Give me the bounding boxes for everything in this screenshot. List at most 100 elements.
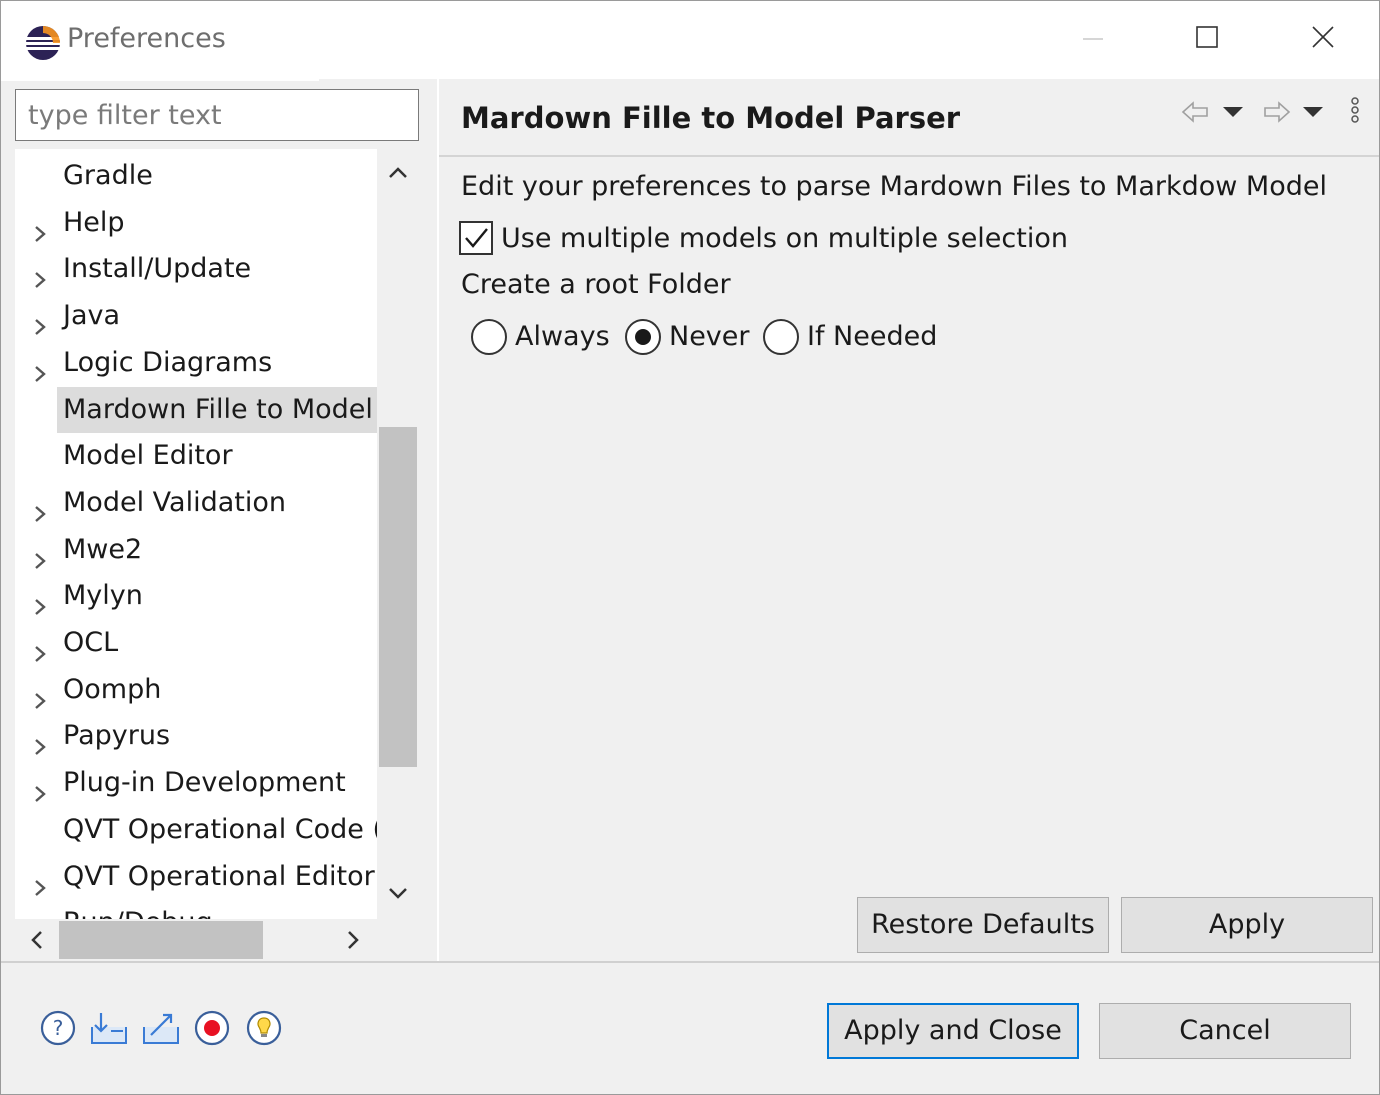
multiple-models-checkbox[interactable]	[459, 221, 493, 255]
maximize-button[interactable]	[1177, 11, 1237, 67]
scroll-left-icon[interactable]	[25, 928, 49, 952]
minimize-icon	[1081, 25, 1105, 53]
radio-if-needed-label: If Needed	[807, 321, 938, 352]
export-icon[interactable]	[141, 1009, 179, 1047]
tree-item[interactable]: Run/Debug	[15, 900, 377, 919]
preference-tree: Gradle Help Install/Update Java Logic Diagra…	[15, 149, 419, 997]
minimize-button[interactable]	[1063, 11, 1123, 67]
tree-item-label: QVT Operational Editor	[63, 860, 375, 892]
radio-always-label: Always	[515, 321, 610, 352]
dropdown-icon[interactable]	[1221, 103, 1245, 127]
page-description: Edit your preferences to parse Mardown F…	[461, 171, 1327, 202]
cancel-button[interactable]: Cancel	[1099, 1003, 1351, 1059]
tree-item-label: Help	[63, 206, 125, 238]
chevron-right-icon[interactable]	[31, 353, 49, 382]
close-icon	[1311, 25, 1335, 53]
scroll-down-icon[interactable]	[386, 881, 410, 905]
page-navigation-toolbar	[1179, 95, 1379, 135]
tree-item-label: Gradle	[63, 160, 153, 191]
tree-item[interactable]: QVT Operational Code (	[15, 807, 377, 853]
dialog-footer: ? Apply and Close Cancel	[1, 963, 1379, 1094]
apply-and-close-button[interactable]: Apply and Close	[827, 1003, 1079, 1059]
preferences-dialog: Preferences Gradle Help Install/Update Java…	[0, 0, 1380, 1095]
preference-page: Mardown Fille to Model Parser Edit your …	[439, 79, 1379, 961]
chevron-right-icon[interactable]	[31, 306, 49, 335]
close-button[interactable]	[1293, 11, 1353, 67]
tree-item[interactable]: OCL	[15, 620, 377, 666]
title-bar: Preferences	[1, 1, 1379, 79]
vertical-scroll-thumb[interactable]	[379, 427, 417, 767]
chevron-right-icon[interactable]	[31, 633, 49, 662]
chevron-right-icon[interactable]	[31, 726, 49, 756]
tree-item-label: Model Validation	[63, 486, 286, 518]
navigation-panel: Gradle Help Install/Update Java Logic Diagra…	[1, 79, 437, 997]
chevron-right-icon[interactable]	[31, 259, 49, 289]
back-arrow-icon[interactable]	[1179, 95, 1213, 133]
tree-item[interactable]: Help	[15, 200, 377, 246]
scroll-up-icon[interactable]	[386, 161, 410, 185]
tree-viewport: Gradle Help Install/Update Java Logic Diagra…	[15, 149, 377, 919]
lightbulb-icon[interactable]	[245, 1009, 283, 1047]
tree-item[interactable]: Plug-in Development	[15, 760, 377, 806]
radio-always[interactable]	[471, 319, 507, 355]
tree-item-label: Java	[63, 300, 121, 332]
svg-text:?: ?	[53, 1016, 64, 1040]
tree-item[interactable]: Java	[15, 293, 377, 339]
chevron-right-icon[interactable]	[31, 680, 49, 709]
tree-item[interactable]: Mardown Fille to Model	[15, 386, 377, 433]
tree-item[interactable]: Papyrus	[15, 713, 377, 759]
tree-item-label: Plug-in Development	[63, 767, 346, 799]
radio-if-needed[interactable]	[763, 319, 799, 355]
help-icon[interactable]: ?	[39, 1009, 77, 1047]
tree-item-label: Install/Update	[63, 253, 252, 285]
horizontal-scroll-thumb[interactable]	[59, 921, 263, 959]
tree-item[interactable]: Mwe2	[15, 527, 377, 573]
tree-item-label: Mylyn	[63, 580, 143, 612]
forward-arrow-icon[interactable]	[1259, 95, 1293, 133]
scroll-right-icon[interactable]	[341, 928, 365, 952]
chevron-right-icon[interactable]	[31, 773, 49, 802]
chevron-right-icon[interactable]	[31, 586, 49, 616]
tree-item[interactable]: Model Validation	[15, 480, 377, 526]
filter-input[interactable]	[15, 89, 419, 141]
page-title: Mardown Fille to Model Parser	[461, 101, 961, 135]
scroll-corner	[377, 919, 419, 961]
window-title: Preferences	[67, 23, 226, 54]
tree-item-label: QVT Operational Code (	[63, 813, 377, 845]
root-folder-label: Create a root Folder	[461, 269, 731, 300]
chevron-right-icon[interactable]	[31, 493, 49, 522]
tree-item-label: Model Editor	[63, 440, 233, 472]
dropdown-icon[interactable]	[1301, 103, 1325, 127]
tree-item-label: Run/Debug	[63, 900, 213, 919]
tree-item[interactable]: Oomph	[15, 667, 377, 713]
tree-item-label: Mardown Fille to Model	[63, 393, 373, 425]
tree-item[interactable]: QVT Operational Editor	[15, 854, 377, 900]
import-icon[interactable]	[89, 1009, 127, 1047]
eclipse-icon	[25, 25, 61, 61]
tree-item[interactable]: Gradle	[15, 153, 377, 199]
more-vertical-icon[interactable]	[1347, 95, 1363, 133]
tree-item-label: Oomph	[63, 673, 162, 705]
tree-item[interactable]: Mylyn	[15, 573, 377, 619]
record-icon[interactable]	[193, 1009, 231, 1047]
chevron-right-icon[interactable]	[31, 867, 49, 896]
chevron-right-icon[interactable]	[31, 213, 49, 242]
tree-item-label: OCL	[63, 627, 119, 658]
radio-selected-dot	[635, 329, 651, 345]
horizontal-scrollbar[interactable]	[15, 919, 419, 961]
title-separator	[439, 155, 1379, 157]
panel-divider	[1, 79, 319, 81]
vertical-scrollbar[interactable]	[377, 149, 419, 919]
maximize-icon	[1195, 25, 1219, 53]
chevron-right-icon[interactable]	[31, 540, 49, 569]
radio-never[interactable]	[625, 319, 661, 355]
tree-item[interactable]: Model Editor	[15, 433, 377, 479]
tree-item-label: Logic Diagrams	[63, 346, 273, 378]
tree-item[interactable]: Install/Update	[15, 246, 377, 292]
tree-item[interactable]: Logic Diagrams	[15, 340, 377, 386]
root-folder-radio-group: Always Never If Needed	[471, 317, 1071, 361]
tree-item-label: Mwe2	[63, 533, 143, 565]
apply-button[interactable]: Apply	[1121, 897, 1373, 953]
multiple-models-label: Use multiple models on multiple selectio…	[501, 223, 1068, 254]
restore-defaults-button[interactable]: Restore Defaults	[857, 897, 1109, 953]
